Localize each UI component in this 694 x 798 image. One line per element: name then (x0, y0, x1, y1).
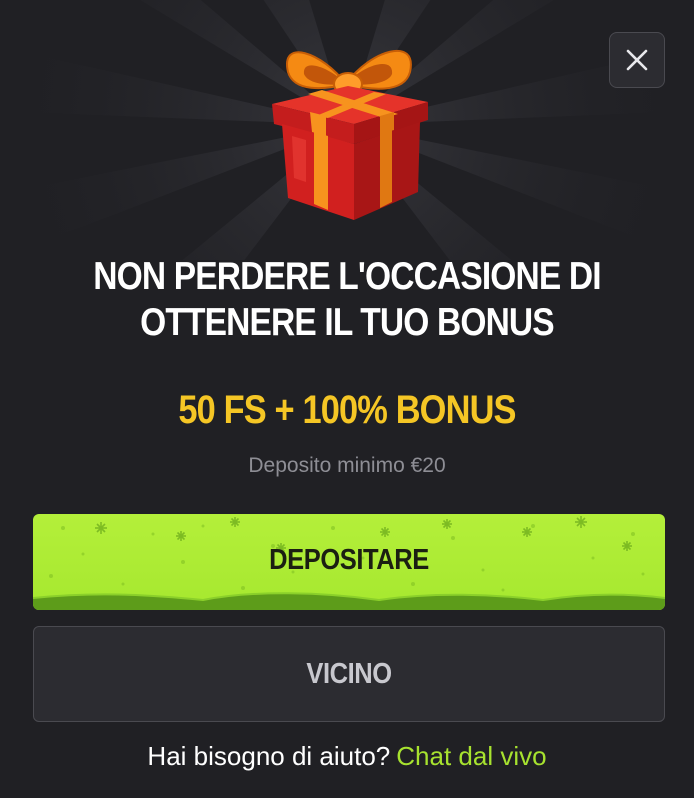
help-line: Hai bisogno di aiuto? Chat dal vivo (40, 738, 654, 774)
close-button[interactable] (609, 32, 665, 88)
headline: NON PERDERE L'OCCASIONE DI OTTENERE IL T… (83, 254, 611, 346)
gift-box-icon (272, 49, 428, 220)
live-chat-link[interactable]: Chat dal vivo (396, 741, 546, 771)
headline-line-2: OTTENERE IL TUO BONUS (140, 301, 555, 344)
close-icon (626, 49, 648, 71)
bonus-modal: NON PERDERE L'OCCASIONE DI OTTENERE IL T… (0, 0, 694, 798)
help-text: Hai bisogno di aiuto? (147, 741, 391, 771)
headline-line-1: NON PERDERE L'OCCASIONE DI (93, 255, 601, 298)
close-action-button[interactable]: VICINO (33, 626, 665, 722)
deposit-button[interactable]: DEPOSITARE (33, 514, 665, 610)
bonus-offer: 50 FS + 100% BONUS (178, 388, 516, 432)
deposit-button-label: DEPOSITARE (269, 544, 429, 576)
minimum-deposit-note: Deposito minimo €20 (248, 454, 446, 477)
close-action-label: VICINO (306, 658, 392, 690)
